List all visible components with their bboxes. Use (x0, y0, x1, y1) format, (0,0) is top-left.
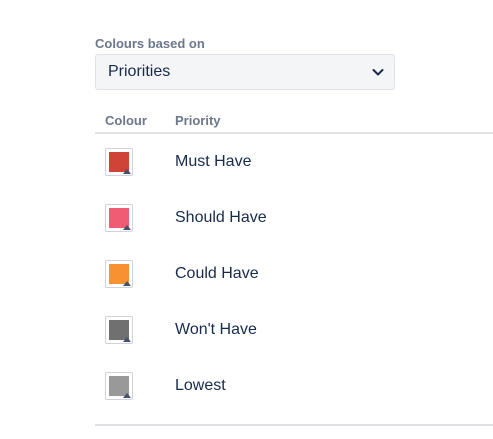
colour-cell (95, 204, 175, 232)
table-row: Must Have (95, 134, 493, 190)
colour-swatch-button[interactable] (105, 316, 133, 344)
priority-name: Could Have (175, 265, 259, 282)
select-value: Priorities (108, 63, 171, 80)
table-header: Colour Priority (95, 108, 493, 134)
priority-name: Won't Have (175, 321, 257, 338)
header-priority: Priority (175, 112, 221, 128)
caret-down-icon (123, 225, 131, 230)
caret-down-icon (123, 169, 131, 174)
colour-cell (95, 148, 175, 176)
chevron-down-icon (370, 64, 386, 80)
colour-swatch-button[interactable] (105, 260, 133, 288)
table-bottom-divider (95, 424, 493, 426)
colour-cell (95, 260, 175, 288)
colour-settings-panel: Colours based on Priorities Colour Prior… (95, 36, 493, 426)
table-row: Should Have (95, 190, 493, 246)
colour-swatch-button[interactable] (105, 204, 133, 232)
table-row: Won't Have (95, 302, 493, 358)
table-row: Lowest (95, 358, 493, 414)
caret-down-icon (123, 393, 131, 398)
caret-down-icon (123, 281, 131, 286)
colours-based-on-label: Colours based on (95, 36, 205, 51)
colours-based-on-select[interactable]: Priorities (95, 54, 395, 90)
priority-name: Should Have (175, 209, 267, 226)
priority-name: Lowest (175, 377, 226, 394)
table-body: Must Have Should Have Could Have Won't Have… (95, 134, 493, 414)
colour-swatch-button[interactable] (105, 148, 133, 176)
caret-down-icon (123, 337, 131, 342)
header-colour: Colour (105, 112, 147, 128)
table-row: Could Have (95, 246, 493, 302)
priority-colour-table: Colour Priority Must Have Should Have Coul… (95, 108, 493, 414)
colour-cell (95, 316, 175, 344)
priority-name: Must Have (175, 153, 252, 170)
colour-swatch-button[interactable] (105, 372, 133, 400)
colour-cell (95, 372, 175, 400)
